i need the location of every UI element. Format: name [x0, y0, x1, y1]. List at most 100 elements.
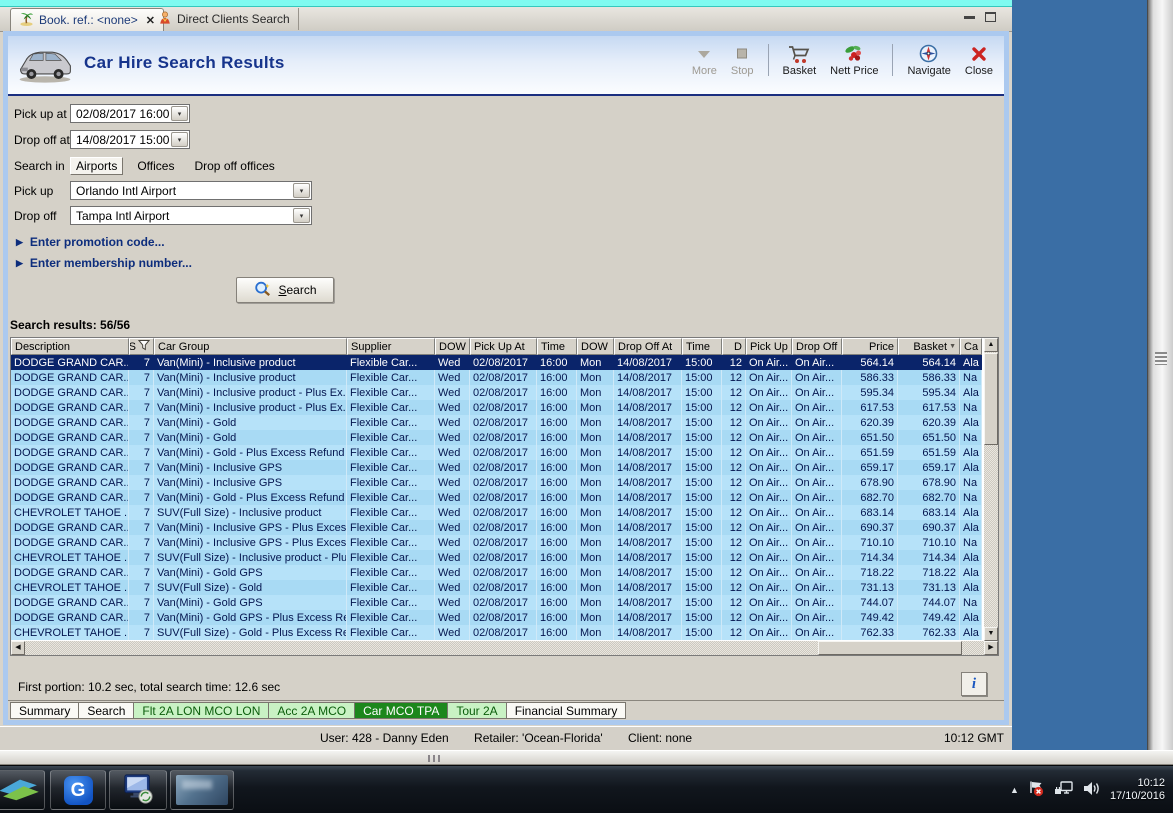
- result-row[interactable]: DODGE GRAND CAR... 7 Van(Mini) - Gold GPS …: [11, 610, 982, 625]
- chevron-down-icon[interactable]: ▾: [171, 106, 188, 121]
- column-header-price[interactable]: Price: [842, 338, 898, 355]
- result-cell: 12: [722, 475, 746, 490]
- result-row[interactable]: DODGE GRAND CAR... 7 Van(Mini) - Inclusive…: [11, 475, 982, 490]
- result-row[interactable]: CHEVROLET TAHOE ... 7 SUV(Full Size) - Inc…: [11, 550, 982, 565]
- bottom-tab-search[interactable]: Search: [79, 702, 135, 719]
- result-row[interactable]: DODGE GRAND CAR... 7 Van(Mini) - Gold - Pl…: [11, 490, 982, 505]
- search-in-option-offices[interactable]: Offices: [131, 157, 180, 175]
- close-button[interactable]: Close: [958, 42, 1000, 78]
- chevron-down-icon[interactable]: ▾: [293, 183, 310, 198]
- scroll-down-icon[interactable]: ▼: [984, 627, 998, 641]
- swoosh-logo-icon: [0, 774, 41, 807]
- pickup-at-combobox[interactable]: 02/08/2017 16:00 ▾: [70, 104, 190, 123]
- taskbar-item-remote-desktop[interactable]: [109, 770, 167, 810]
- promotion-code-expander[interactable]: ▶ Enter promotion code...: [16, 235, 165, 249]
- column-header-time[interactable]: Time: [682, 338, 722, 355]
- result-cell: 15:00: [682, 610, 722, 625]
- chevron-down-icon[interactable]: ▾: [171, 132, 188, 147]
- result-row[interactable]: DODGE GRAND CAR... 7 Van(Mini) - Inclusive…: [11, 400, 982, 415]
- result-cell: On Air...: [746, 595, 792, 610]
- bottom-tab-summary[interactable]: Summary: [10, 702, 80, 719]
- minimize-icon[interactable]: [964, 16, 975, 19]
- result-cell: DODGE GRAND CAR...: [11, 370, 129, 385]
- tab-booking-ref[interactable]: Book. ref.: <none> ✕: [10, 8, 164, 31]
- result-row[interactable]: DODGE GRAND CAR... 7 Van(Mini) - Inclusive…: [11, 355, 982, 370]
- result-row[interactable]: DODGE GRAND CAR... 7 Van(Mini) - Gold Flexi…: [11, 415, 982, 430]
- filter-icon[interactable]: [137, 339, 151, 354]
- pickup-combobox[interactable]: Orlando Intl Airport ▾: [70, 181, 312, 200]
- result-cell: Mon: [577, 400, 614, 415]
- result-cell: 7: [129, 385, 154, 400]
- result-row[interactable]: CHEVROLET TAHOE ... 7 SUV(Full Size) - Gol…: [11, 625, 982, 640]
- search-in-option-airports[interactable]: Airports: [70, 157, 124, 175]
- chevron-down-icon[interactable]: ▾: [293, 208, 310, 223]
- column-header-pick-up[interactable]: Pick Up: [746, 338, 792, 355]
- hscroll-thumb[interactable]: [818, 641, 962, 655]
- dropoff-at-row: Drop off at 14/08/2017 15:00 ▾: [14, 130, 190, 149]
- result-row[interactable]: DODGE GRAND CAR... 7 Van(Mini) - Inclusive…: [11, 370, 982, 385]
- bottom-tab-car-mco-tpa[interactable]: Car MCO TPA: [355, 702, 449, 719]
- column-header-time[interactable]: Time: [537, 338, 577, 355]
- speaker-icon[interactable]: [1083, 781, 1101, 799]
- column-header-drop-off[interactable]: Drop Off: [792, 338, 842, 355]
- result-cell: 15:00: [682, 550, 722, 565]
- result-row[interactable]: DODGE GRAND CAR... 7 Van(Mini) - Gold - Pl…: [11, 445, 982, 460]
- result-row[interactable]: CHEVROLET TAHOE ... 7 SUV(Full Size) - Gol…: [11, 580, 982, 595]
- scroll-left-icon[interactable]: ◀: [11, 641, 25, 655]
- vertical-scrollbar[interactable]: ▲ ▼: [984, 338, 998, 641]
- result-row[interactable]: DODGE GRAND CAR... 7 Van(Mini) - Inclusive…: [11, 385, 982, 400]
- taskbar-item-g-app[interactable]: G: [50, 770, 106, 810]
- bottom-tab-acc-2a-mco[interactable]: Acc 2A MCO: [269, 702, 356, 719]
- column-header-d[interactable]: D: [722, 338, 746, 355]
- column-header-s[interactable]: S: [129, 338, 154, 355]
- result-cell: Flexible Car...: [347, 370, 435, 385]
- result-row[interactable]: CHEVROLET TAHOE ... 7 SUV(Full Size) - Inc…: [11, 505, 982, 520]
- horizontal-splitter[interactable]: [0, 750, 1173, 765]
- result-row[interactable]: DODGE GRAND CAR... 7 Van(Mini) - Gold Flexi…: [11, 430, 982, 445]
- result-cell: On Air...: [792, 490, 842, 505]
- splitter-grip[interactable]: [428, 755, 443, 762]
- scroll-up-icon[interactable]: ▲: [984, 338, 998, 352]
- column-header-supplier[interactable]: Supplier: [347, 338, 435, 355]
- taskbar-item-app1[interactable]: [0, 770, 45, 810]
- result-row[interactable]: DODGE GRAND CAR... 7 Van(Mini) - Inclusive…: [11, 535, 982, 550]
- result-cell: Wed: [435, 370, 470, 385]
- maximize-icon[interactable]: [985, 12, 996, 22]
- search-button[interactable]: Search: [236, 277, 334, 303]
- column-header-dow[interactable]: DOW: [435, 338, 470, 355]
- bottom-tab-tour-2a[interactable]: Tour 2A: [448, 702, 507, 719]
- result-cell: Ala: [960, 565, 982, 580]
- column-header-pick-up-at[interactable]: Pick Up At: [470, 338, 537, 355]
- column-header-basket[interactable]: Basket ▼: [898, 338, 960, 355]
- tray-expand-icon[interactable]: ▲: [1010, 785, 1019, 795]
- result-row[interactable]: DODGE GRAND CAR... 7 Van(Mini) - Inclusive…: [11, 520, 982, 535]
- column-header-description[interactable]: Description: [11, 338, 129, 355]
- tab-direct-clients-search[interactable]: Direct Clients Search: [150, 8, 299, 30]
- scroll-right-icon[interactable]: ▶: [984, 641, 998, 655]
- nett-price-button[interactable]: Nett Price: [823, 42, 885, 78]
- column-header-dow[interactable]: DOW: [577, 338, 614, 355]
- action-center-flag-icon[interactable]: [1028, 780, 1045, 800]
- basket-button[interactable]: Basket: [776, 42, 824, 78]
- bottom-tab-financial-summary[interactable]: Financial Summary: [506, 702, 627, 719]
- right-dock-splitter[interactable]: [1147, 0, 1173, 765]
- column-header-ca[interactable]: Ca: [960, 338, 982, 355]
- vscroll-thumb[interactable]: [984, 353, 998, 445]
- navigate-button[interactable]: Navigate: [900, 42, 957, 78]
- dropoff-combobox[interactable]: Tampa Intl Airport ▾: [70, 206, 312, 225]
- right-dock-grip[interactable]: [1155, 352, 1167, 365]
- taskbar-clock[interactable]: 10:12 17/10/2016: [1110, 777, 1165, 803]
- membership-number-expander[interactable]: ▶ Enter membership number...: [16, 256, 192, 270]
- info-button[interactable]: i: [961, 672, 987, 696]
- result-row[interactable]: DODGE GRAND CAR... 7 Van(Mini) - Gold GPS F…: [11, 595, 982, 610]
- horizontal-scrollbar[interactable]: ◀ ▶: [11, 641, 998, 655]
- taskbar-item-window-preview[interactable]: [170, 770, 234, 810]
- search-in-option-drop-off-offices[interactable]: Drop off offices: [188, 157, 280, 175]
- bottom-tab-flt-2a-lon-mco-lon[interactable]: Flt 2A LON MCO LON: [134, 702, 270, 719]
- column-header-drop-off-at[interactable]: Drop Off At: [614, 338, 682, 355]
- dropoff-at-combobox[interactable]: 14/08/2017 15:00 ▾: [70, 130, 190, 149]
- column-header-car-group[interactable]: Car Group: [154, 338, 347, 355]
- network-icon[interactable]: [1054, 780, 1074, 800]
- result-row[interactable]: DODGE GRAND CAR... 7 Van(Mini) - Inclusive…: [11, 460, 982, 475]
- result-row[interactable]: DODGE GRAND CAR... 7 Van(Mini) - Gold GPS F…: [11, 565, 982, 580]
